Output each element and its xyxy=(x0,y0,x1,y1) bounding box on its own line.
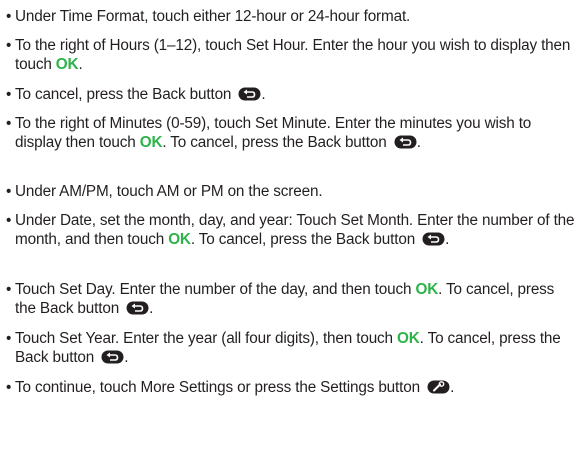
bullet: • xyxy=(6,281,12,298)
bullet: • xyxy=(6,212,12,229)
item-text: Under Date, set the month, day, and year… xyxy=(15,211,576,249)
bullet: • xyxy=(6,86,12,103)
item-text-segment: Under AM/PM, touch AM or PM on the scree… xyxy=(15,183,323,200)
list-item: • To continue, touch More Settings or pr… xyxy=(6,378,576,397)
item-text: Touch Set Day. Enter the number of the d… xyxy=(15,280,576,318)
bullet: • xyxy=(6,8,12,25)
back-arrow-icon xyxy=(394,135,417,149)
ok-label: OK xyxy=(139,134,163,151)
item-text: To continue, touch More Settings or pres… xyxy=(15,378,576,397)
item-text-segment: Touch Set Day. Enter the number of the d… xyxy=(15,281,416,298)
item-text-segment: . xyxy=(450,379,455,396)
instruction-document: • Under Time Format, touch either 12-hou… xyxy=(0,0,579,470)
bullet: • xyxy=(6,183,12,200)
list-item: • Under Time Format, touch either 12-hou… xyxy=(6,7,576,26)
item-text: To the right of Hours (1–12), touch Set … xyxy=(15,36,576,74)
ok-label: OK xyxy=(415,281,439,298)
item-text-segment: . xyxy=(78,56,83,73)
item-text: Under AM/PM, touch AM or PM on the scree… xyxy=(15,182,576,201)
list-item: • Under AM/PM, touch AM or PM on the scr… xyxy=(6,182,576,201)
bullet: • xyxy=(6,37,12,54)
item-text: Under Time Format, touch either 12-hour … xyxy=(15,7,576,26)
item-text-segment: Touch Set Year. Enter the year (all four… xyxy=(15,330,398,347)
bullet: • xyxy=(6,379,12,396)
bullet: • xyxy=(6,115,12,132)
ok-label: OK xyxy=(55,56,79,73)
bullet: • xyxy=(6,330,12,347)
list-item: • To the right of Hours (1–12), touch Se… xyxy=(6,36,576,74)
list-item: • Touch Set Day. Enter the number of the… xyxy=(6,280,576,318)
back-arrow-icon xyxy=(238,87,261,101)
item-text-segment: . xyxy=(416,134,421,151)
item-text: Touch Set Year. Enter the year (all four… xyxy=(15,329,576,367)
list-item: • Touch Set Year. Enter the year (all fo… xyxy=(6,329,576,367)
item-text-segment: . xyxy=(124,349,129,366)
item-text: To cancel, press the Back button . xyxy=(15,85,576,104)
ok-label: OK xyxy=(168,231,191,248)
item-text-segment: . To cancel, press the Back button xyxy=(162,134,391,151)
list-item: • Under Date, set the month, day, and ye… xyxy=(6,211,576,249)
back-arrow-icon xyxy=(126,301,149,315)
list-item: • To cancel, press the Back button . xyxy=(6,85,576,104)
list-item: • To the right of Minutes (0-59), touch … xyxy=(6,114,576,152)
ok-label: OK xyxy=(397,330,420,347)
item-text-segment: . xyxy=(445,231,450,248)
item-text-segment: To cancel, press the Back button xyxy=(15,86,236,103)
item-text: To the right of Minutes (0-59), touch Se… xyxy=(15,114,576,152)
back-arrow-icon xyxy=(101,350,124,364)
back-arrow-icon xyxy=(422,232,445,246)
item-text-segment: . To cancel, press the Back button xyxy=(190,231,420,248)
item-text-segment: . xyxy=(149,300,154,317)
item-text-segment: Under Time Format, touch either 12-hour … xyxy=(15,8,411,25)
item-text-segment: . xyxy=(261,86,266,103)
wrench-icon xyxy=(427,380,450,394)
item-text-segment: To continue, touch More Settings or pres… xyxy=(15,379,425,396)
item-text-segment: To the right of Hours (1–12), touch Set … xyxy=(15,37,571,73)
